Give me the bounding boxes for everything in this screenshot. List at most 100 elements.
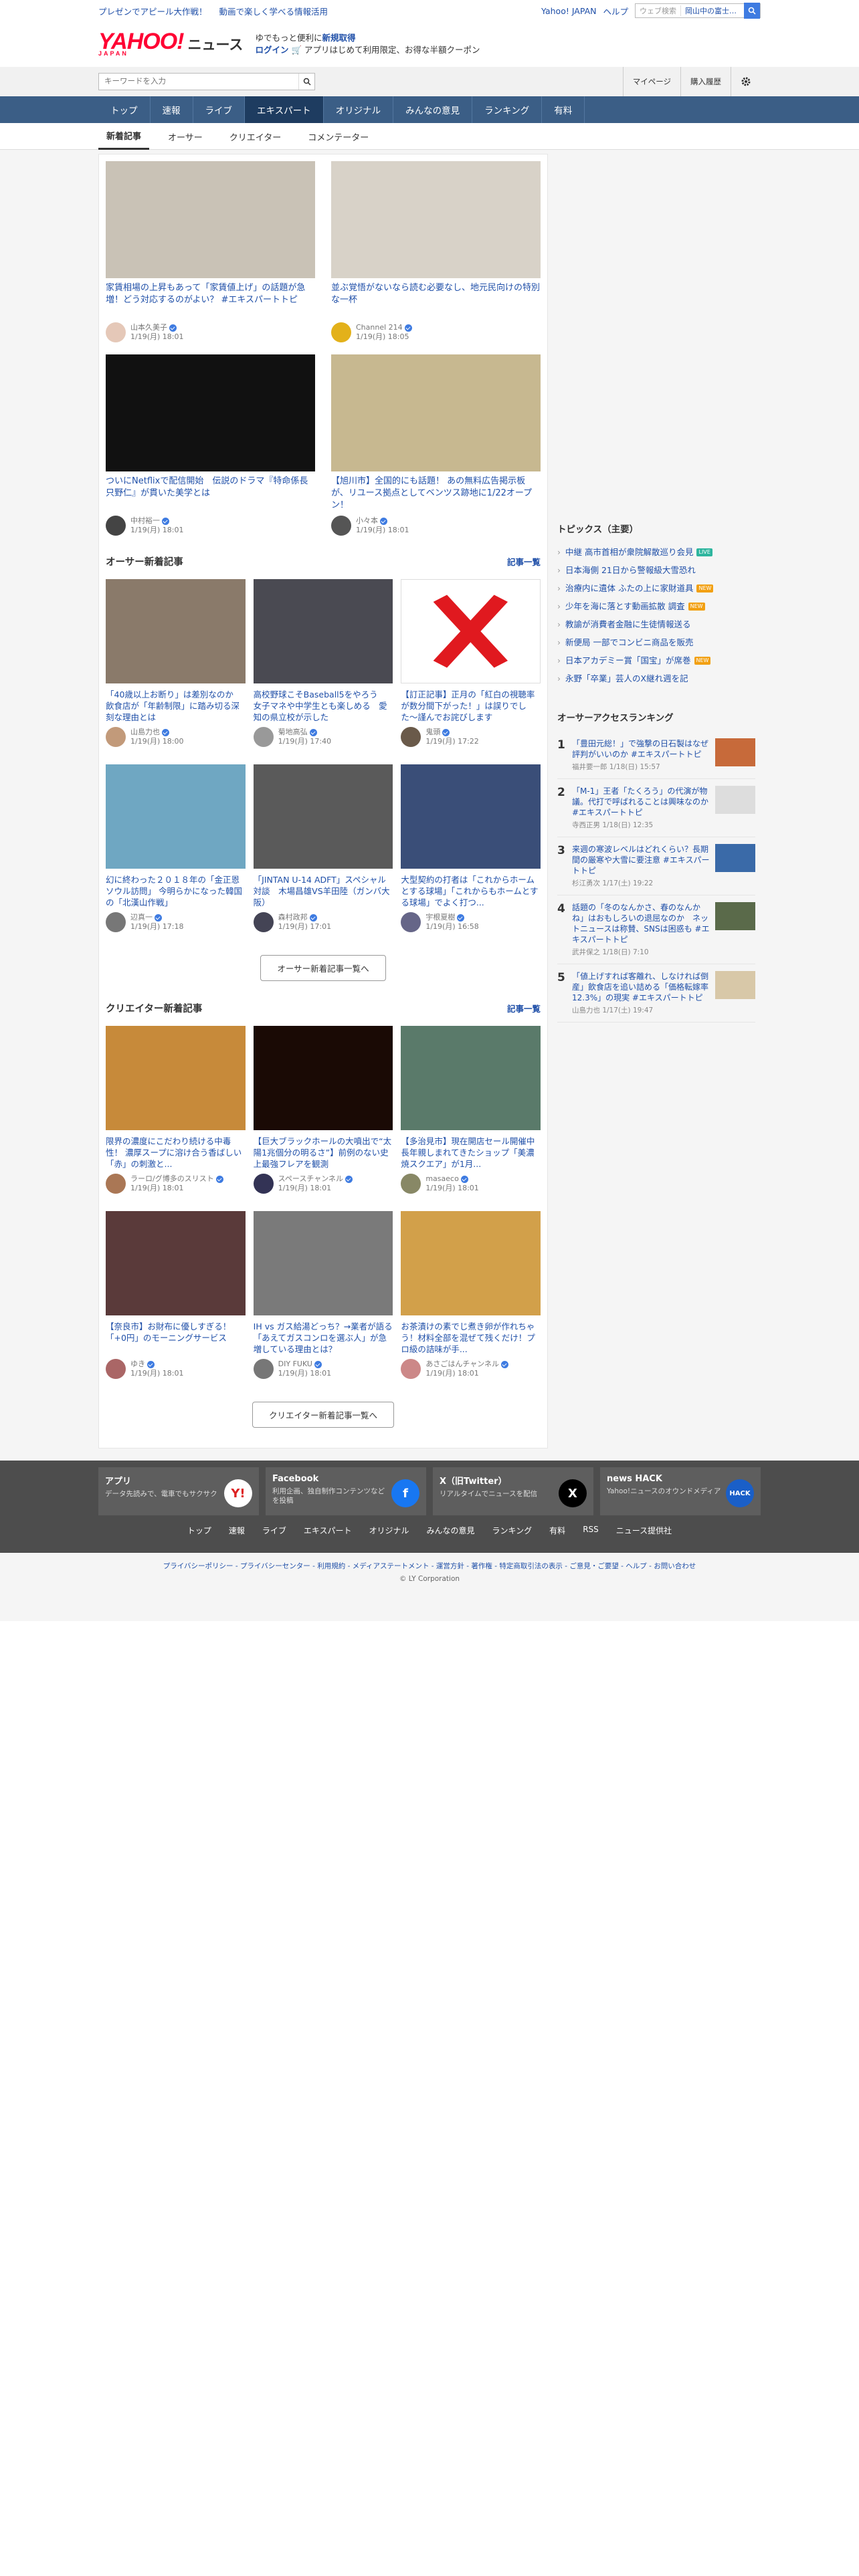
rank-thumbnail[interactable] — [715, 786, 755, 814]
article-thumbnail[interactable] — [253, 764, 393, 869]
article-thumbnail[interactable] — [106, 161, 315, 278]
article-card[interactable]: お茶漬けの素でじ煮き卵が作れちゃう！材料全部を混ぜて残くだけ！プロ級の詰味が手.… — [401, 1211, 541, 1379]
footer-card-3[interactable]: news HACK Yahoo!ニュースのオウンドメディア HACK — [600, 1467, 761, 1515]
footer-card-2[interactable]: X（旧Twitter） リアルタイムでニュースを配信 X — [433, 1467, 593, 1515]
avatar[interactable] — [253, 1359, 274, 1379]
avatar[interactable] — [331, 516, 351, 536]
sub-tab[interactable]: オーサー — [160, 123, 211, 150]
ranking-item[interactable]: 5 「値上げすれば客離れ、しなければ倒産」飲食店を追い詰める「価格転嫁率12.3%… — [557, 964, 755, 1023]
article-card[interactable]: 並ぶ覚悟がないなら読む必要なし、地元民向けの特別な一杯 Channel 214 1/… — [331, 161, 541, 342]
creator-list-button[interactable]: クリエイター新着記事一覧へ — [252, 1402, 394, 1428]
author-name[interactable]: 山島力也 — [130, 728, 160, 736]
rank-thumbnail[interactable] — [715, 738, 755, 766]
article-title[interactable]: ついにNetflixで配信開始 伝説のドラマ『特命係長 只野仁』が貫いた美学とは — [106, 475, 315, 512]
article-card[interactable]: 【旭川市】全国的にも話題！ あの無料広告掲示板が、リユース拠点としてベンツス跡地… — [331, 354, 541, 536]
rank-title[interactable]: 「M-1」王者「たくろう」の代演が物議。代打で呼ばれることは興味なのか #エキス… — [572, 786, 710, 818]
login-link[interactable]: ログイン — [255, 45, 288, 55]
web-search-box[interactable]: ウェブ検索 岡山中の富士… — [635, 3, 761, 19]
footer-link[interactable]: みんなの意見 — [427, 1525, 475, 1536]
topic-item[interactable]: 教諭が消費者金融に生徒情報送る — [557, 615, 755, 633]
article-thumbnail[interactable] — [106, 1211, 246, 1315]
sub-tab[interactable]: 新着記事 — [98, 123, 150, 150]
topic-text[interactable]: 教諭が消費者金融に生徒情報送る — [565, 615, 691, 633]
avatar[interactable] — [106, 912, 126, 932]
author-name[interactable]: 山本久美子 — [130, 323, 167, 332]
author-name[interactable]: 中村裕一 — [130, 516, 160, 525]
author-name[interactable]: masaeco — [425, 1174, 458, 1183]
web-search-button[interactable] — [744, 3, 760, 19]
nav-item[interactable]: 有料 — [542, 96, 585, 123]
topic-text[interactable]: 治療内に遺体 ふたの上に家財道具 — [565, 579, 693, 597]
article-title[interactable]: 並ぶ覚悟がないなら読む必要なし、地元民向けの特別な一杯 — [331, 282, 541, 318]
article-card[interactable]: 「JINTAN U-14 ADFT」スペシャル対談 木場昌雄VS羊田陸（ガンバ大… — [253, 764, 393, 932]
topic-text[interactable]: 日本アカデミー賞「国宝」が席巻 — [565, 651, 691, 669]
article-thumbnail[interactable] — [253, 1026, 393, 1130]
author-list-button[interactable]: オーサー新着記事一覧へ — [260, 955, 386, 981]
news-app-icon[interactable]: Y! — [224, 1479, 252, 1507]
topic-text[interactable]: 中継 高市首相が衆院解散巡り会見 — [565, 543, 693, 561]
article-title[interactable]: 幻に終わった２０１８年の「金正恩ソウル訪問」 今明らかになった韓国の「北漢山作戦… — [106, 874, 246, 908]
author-more-link[interactable]: 記事一覧 — [507, 555, 541, 568]
footer-card-title[interactable]: news HACK — [607, 1474, 662, 1484]
author-name[interactable]: 宇根夏樹 — [425, 913, 455, 922]
nav-item[interactable]: みんなの意見 — [393, 96, 473, 123]
avatar[interactable] — [253, 727, 274, 747]
nav-item[interactable]: オリジナル — [324, 96, 394, 123]
author-name[interactable]: ゆき — [130, 1360, 145, 1368]
avatar[interactable] — [401, 1174, 421, 1194]
nav-item[interactable]: ランキング — [472, 96, 543, 123]
topic-item[interactable]: 新便局 一部でコンビニ商品を販売 — [557, 633, 755, 651]
avatar[interactable] — [253, 1174, 274, 1194]
rank-thumbnail[interactable] — [715, 902, 755, 930]
author-name[interactable]: 辺真一 — [130, 913, 153, 922]
footer-link[interactable]: ライブ — [262, 1525, 286, 1536]
purchase-history-button[interactable]: 購入履歴 — [680, 67, 731, 96]
author-name[interactable]: スペースチャンネル — [278, 1174, 343, 1183]
article-card[interactable]: 大型契約の打者は「これからホームとする球場」「これからもホームとする球場」でよく… — [401, 764, 541, 932]
facebook-icon[interactable]: f — [391, 1479, 419, 1507]
topic-item[interactable]: 中継 高市首相が衆院解散巡り会見LIVE — [557, 543, 755, 561]
article-thumbnail[interactable] — [253, 579, 393, 683]
topic-text[interactable]: 新便局 一部でコンビニ商品を販売 — [565, 633, 693, 651]
news-hack-icon[interactable]: HACK — [726, 1479, 754, 1507]
topic-item[interactable]: 治療内に遺体 ふたの上に家財道具NEW — [557, 579, 755, 597]
article-thumbnail[interactable] — [253, 1211, 393, 1315]
footer-link[interactable]: オリジナル — [369, 1525, 409, 1536]
footer-card-title[interactable]: X（旧Twitter） — [440, 1477, 507, 1487]
avatar[interactable] — [401, 912, 421, 932]
ranking-item[interactable]: 1 「豊田元総！」で強撃の日石製はなぜ評判がいいのか #エキスパートトピ 福井要一郎… — [557, 732, 755, 779]
author-name[interactable]: ラーロ/グ博多のスリスト — [130, 1174, 214, 1183]
avatar[interactable] — [401, 727, 421, 747]
avatar[interactable] — [106, 1174, 126, 1194]
rank-title[interactable]: 「値上げすれば客離れ、しなければ倒産」飲食店を追い詰める「価格転嫁率12.3%」… — [572, 971, 710, 1003]
article-card[interactable]: IH vs ガス給湯どっち？→業者が語る「あえてガスコンロを選ぶ人」が急増してい… — [253, 1211, 393, 1379]
signup-link[interactable]: 新規取得 — [322, 33, 355, 43]
article-card[interactable]: 高校野球こそBaseball5をやろう 女子マネや中学生とも楽しめる 愛知の県立… — [253, 579, 393, 747]
article-card[interactable]: 【多治見市】現在開店セール開催中 長年親しまれてきたショップ「美濃焼スクエア」が… — [401, 1026, 541, 1194]
footer-link[interactable]: 速報 — [229, 1525, 245, 1536]
author-name[interactable]: 菊地高弘 — [278, 728, 308, 736]
topic-item[interactable]: 日本アカデミー賞「国宝」が席巻NEW — [557, 651, 755, 669]
location-label[interactable]: 岡山中の富士… — [680, 5, 744, 16]
rank-title[interactable]: 「豊田元総！」で強撃の日石製はなぜ評判がいいのか #エキスパートトピ — [572, 738, 710, 760]
article-thumbnail[interactable] — [401, 1026, 541, 1130]
help-link[interactable]: ヘルプ — [603, 5, 628, 17]
article-title[interactable]: 【訂正記事】正月の「紅白の視聴率が数分間下がった！」は誤りでした〜謹んでお詫びし… — [401, 689, 541, 723]
footer-card-1[interactable]: Facebook 利用企画、独自制作コンテンツなどを投稿 f — [266, 1467, 426, 1515]
avatar[interactable] — [106, 516, 126, 536]
web-search-placeholder[interactable]: ウェブ検索 — [636, 5, 680, 16]
article-card[interactable]: ついにNetflixで配信開始 伝説のドラマ『特命係長 只野仁』が貫いた美学とは… — [106, 354, 315, 536]
article-thumbnail[interactable] — [106, 579, 246, 683]
author-name[interactable]: 小々本 — [356, 516, 378, 525]
x-icon[interactable]: X — [559, 1479, 587, 1507]
article-title[interactable]: 【奈良市】お財布に優しすぎる！「+0円」のモーニングサービス — [106, 1321, 246, 1355]
footer-card-title[interactable]: アプリ — [105, 1477, 131, 1487]
article-thumbnail[interactable] — [106, 764, 246, 869]
rank-thumbnail[interactable] — [715, 844, 755, 872]
nav-item[interactable]: ライブ — [193, 96, 245, 123]
rank-title[interactable]: 来週の寒波レベルはどれくらい？長期間の厳寒や大雪に要注意 #エキスパートトピ — [572, 844, 710, 876]
footer-link[interactable]: RSS — [583, 1525, 599, 1536]
article-thumbnail[interactable] — [106, 354, 315, 471]
topic-item[interactable]: 永野「卒業」芸人のX継れ週を記 — [557, 669, 755, 687]
article-title[interactable]: 限界の濃度にこだわり続ける中毒性！ 濃厚スープに溶け合う香ばしい「赤」の刺激と.… — [106, 1136, 246, 1170]
